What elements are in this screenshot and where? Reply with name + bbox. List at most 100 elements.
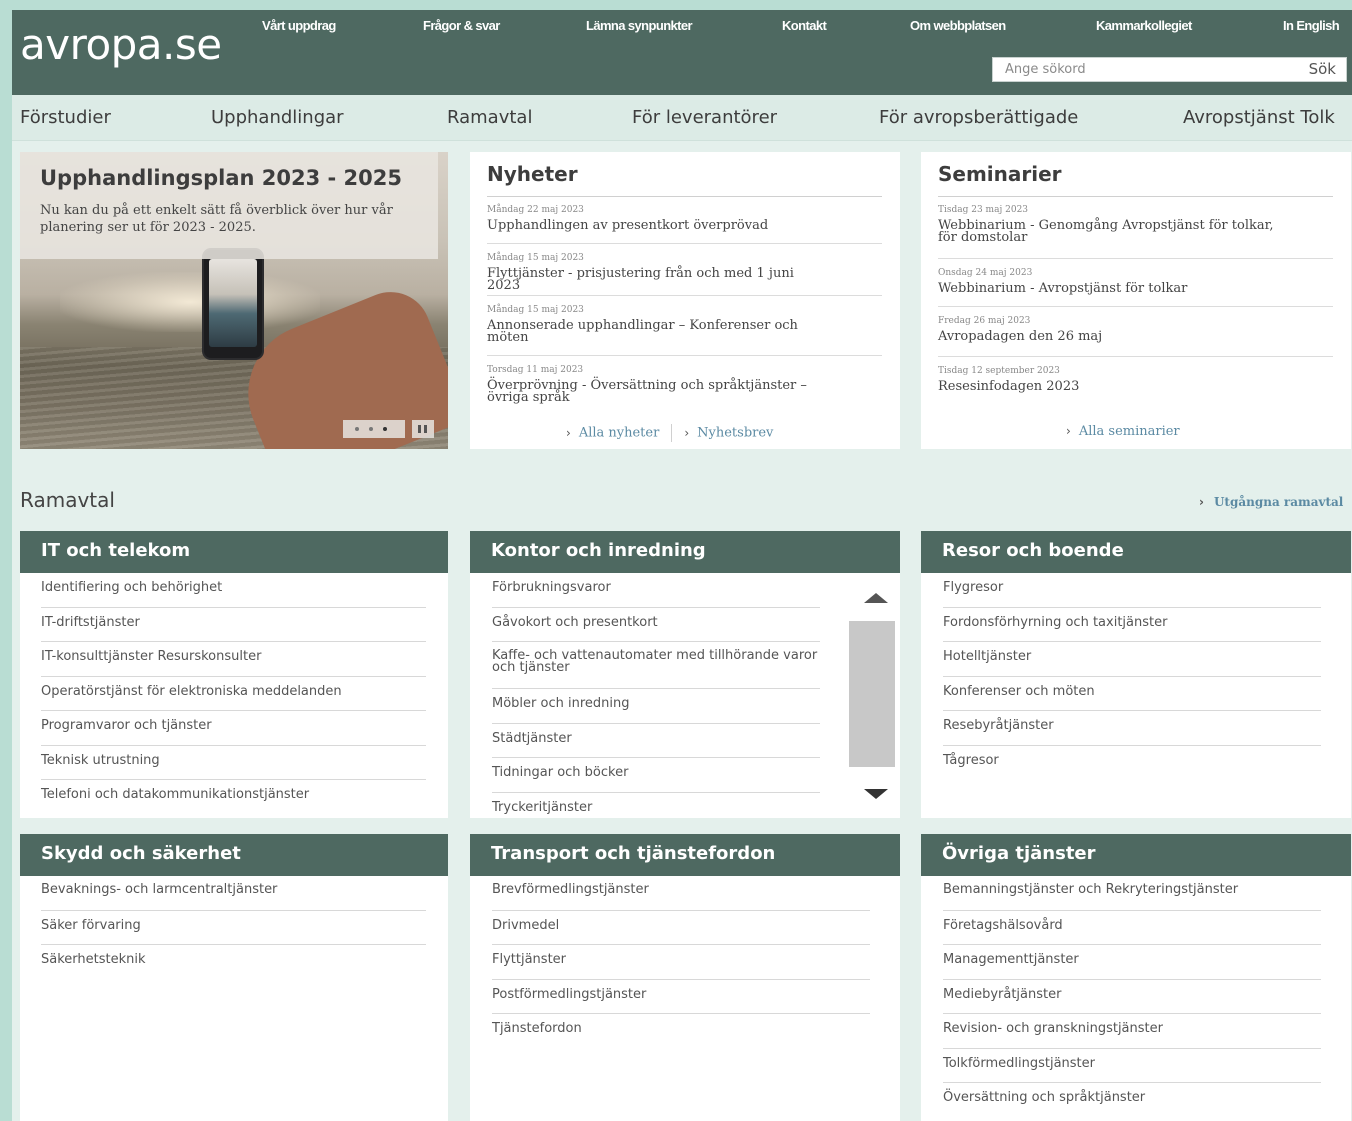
- chevron-right-icon: ›: [684, 425, 690, 440]
- category-list: Bemanningstjänster och Rekryteringstjäns…: [943, 876, 1321, 1118]
- news-links: › Alla nyheter › Nyhetsbrev: [566, 424, 773, 442]
- news-item[interactable]: Måndag 15 maj 2023 Flyttjänster - prisju…: [487, 252, 882, 296]
- list-item[interactable]: Managementtjänster: [943, 945, 1321, 980]
- list-item[interactable]: Städtjänster: [492, 724, 820, 758]
- list-item[interactable]: Säker förvaring: [41, 911, 426, 945]
- pause-icon[interactable]: [412, 420, 434, 438]
- chevron-right-icon: ›: [1199, 495, 1204, 509]
- category-list: Bevaknings- och larmcentraltjänster Säke…: [41, 876, 426, 980]
- util-link-synpunkter[interactable]: Lämna synpunkter: [586, 18, 693, 33]
- category-header[interactable]: IT och telekom: [20, 531, 448, 573]
- category-header[interactable]: Resor och boende: [921, 531, 1351, 573]
- list-item[interactable]: Tjänstefordon: [492, 1014, 870, 1049]
- list-item[interactable]: Postförmedlingstjänster: [492, 980, 870, 1014]
- search-box: Sök: [992, 57, 1347, 82]
- news-item[interactable]: Måndag 22 maj 2023 Upphandlingen av pres…: [487, 204, 882, 244]
- list-item[interactable]: Tolkförmedlingstjänster: [943, 1049, 1321, 1083]
- list-item[interactable]: Tidningar och böcker: [492, 758, 820, 793]
- expired-agreements-link[interactable]: › Utgångna ramavtal: [1199, 495, 1343, 509]
- nav-ramavtal[interactable]: Ramavtal: [447, 107, 532, 128]
- list-item[interactable]: Hotelltjänster: [943, 642, 1321, 677]
- list-item[interactable]: Förbrukningsvaror: [492, 573, 820, 608]
- list-item[interactable]: Programvaror och tjänster: [41, 711, 426, 746]
- ramavtal-heading: Ramavtal: [20, 488, 115, 512]
- main-nav: Förstudier Upphandlingar Ramavtal För le…: [12, 95, 1352, 141]
- all-seminars-link[interactable]: Alla seminarier: [1079, 424, 1180, 439]
- category-list: Identifiering och behörighet IT-driftstj…: [41, 573, 426, 815]
- list-item[interactable]: IT-konsulttjänster Resurskonsulter: [41, 642, 426, 677]
- scroll-thumb[interactable]: [849, 621, 895, 767]
- list-item[interactable]: Bevaknings- och larmcentraltjänster: [41, 876, 426, 911]
- list-item[interactable]: Översättning och språktjänster: [943, 1083, 1321, 1118]
- seminars-title: Seminarier: [938, 162, 1062, 186]
- category-header[interactable]: Övriga tjänster: [921, 834, 1351, 876]
- util-link-english[interactable]: In English: [1283, 18, 1340, 33]
- category-header[interactable]: Kontor och inredning: [470, 531, 900, 573]
- scroll-up-icon[interactable]: [864, 593, 888, 603]
- util-link-om-webbplatsen[interactable]: Om webbplatsen: [910, 18, 1006, 33]
- list-item[interactable]: Flygresor: [943, 573, 1321, 608]
- category-ovriga-tjanster: Övriga tjänster Bemanningstjänster och R…: [921, 834, 1351, 1121]
- category-scrollbar[interactable]: [849, 573, 899, 818]
- list-item[interactable]: Gåvokort och presentkort: [492, 608, 820, 642]
- category-list: Förbrukningsvaror Gåvokort och presentko…: [492, 573, 820, 823]
- category-header[interactable]: Transport och tjänstefordon: [470, 834, 900, 876]
- hero-title[interactable]: Upphandlingsplan 2023 - 2025: [40, 166, 402, 190]
- category-header[interactable]: Skydd och säkerhet: [20, 834, 448, 876]
- hero-text: Nu kan du på ett enkelt sätt få överblic…: [40, 203, 393, 235]
- newsletter-link[interactable]: Nyhetsbrev: [697, 426, 773, 441]
- chevron-right-icon: ›: [1066, 424, 1071, 438]
- list-item[interactable]: Konferenser och möten: [943, 677, 1321, 711]
- seminar-item[interactable]: Fredag 26 maj 2023 Avropadagen den 26 ma…: [938, 315, 1333, 357]
- all-news-link[interactable]: Alla nyheter: [579, 426, 660, 441]
- util-link-kammarkollegiet[interactable]: Kammarkollegiet: [1096, 18, 1192, 33]
- nav-for-leverantorer[interactable]: För leverantörer: [632, 107, 777, 128]
- list-item[interactable]: Telefoni och datakommunikationstjänster: [41, 780, 426, 815]
- page: avropa.se Vårt uppdrag Frågor & svar Läm…: [12, 10, 1352, 1121]
- scroll-down-icon[interactable]: [864, 789, 888, 799]
- list-item[interactable]: Resebyråtjänster: [943, 711, 1321, 746]
- seminar-item[interactable]: Tisdag 12 september 2023 Resesinfodagen …: [938, 365, 1333, 411]
- list-item[interactable]: Identifiering och behörighet: [41, 573, 426, 608]
- nav-upphandlingar[interactable]: Upphandlingar: [211, 107, 344, 128]
- nav-forstudier[interactable]: Förstudier: [20, 107, 111, 128]
- hero-caption: Upphandlingsplan 2023 - 2025 Nu kan du p…: [20, 152, 438, 259]
- news-title: Nyheter: [487, 162, 578, 186]
- list-item[interactable]: Kaffe- och vattenautomater med tillhöran…: [492, 642, 820, 689]
- hero-slideshow[interactable]: Upphandlingsplan 2023 - 2025 Nu kan du p…: [20, 152, 448, 449]
- nav-for-avropsberattigade[interactable]: För avropsberättigade: [879, 107, 1078, 128]
- util-link-kontakt[interactable]: Kontakt: [782, 18, 827, 33]
- nav-avropstjanst-tolk[interactable]: Avropstjänst Tolk: [1183, 107, 1335, 128]
- search-button[interactable]: Sök: [1309, 60, 1336, 78]
- category-list: Brevförmedlingstjänster Drivmedel Flyttj…: [492, 876, 870, 1049]
- list-item[interactable]: Flyttjänster: [492, 945, 870, 980]
- news-item[interactable]: Torsdag 11 maj 2023 Överprövning - Övers…: [487, 364, 882, 416]
- list-item[interactable]: Brevförmedlingstjänster: [492, 876, 870, 911]
- util-link-uppdrag[interactable]: Vårt uppdrag: [262, 18, 336, 33]
- news-box: Nyheter Måndag 22 maj 2023 Upphandlingen…: [470, 152, 900, 449]
- search-input[interactable]: [993, 58, 1293, 81]
- list-item[interactable]: Fordonsförhyrning och taxitjänster: [943, 608, 1321, 642]
- list-item[interactable]: Tryckeritjänster: [492, 793, 820, 823]
- list-item[interactable]: Möbler och inredning: [492, 689, 820, 724]
- list-item[interactable]: Företagshälsovård: [943, 911, 1321, 945]
- list-item[interactable]: Revision- och granskningstjänster: [943, 1014, 1321, 1049]
- list-item[interactable]: Tågresor: [943, 746, 1321, 781]
- list-item[interactable]: Säkerhetsteknik: [41, 945, 426, 980]
- category-resor-boende: Resor och boende Flygresor Fordonsförhyr…: [921, 531, 1351, 818]
- list-item[interactable]: IT-driftstjänster: [41, 608, 426, 642]
- util-link-fragor[interactable]: Frågor & svar: [423, 18, 500, 33]
- news-item[interactable]: Måndag 15 maj 2023 Annonserade upphandli…: [487, 304, 882, 356]
- seminar-item[interactable]: Onsdag 24 maj 2023 Webbinarium - Avropst…: [938, 267, 1333, 307]
- list-item[interactable]: Bemanningstjänster och Rekryteringstjäns…: [943, 876, 1321, 911]
- slide-dots[interactable]: [343, 420, 405, 438]
- seminars-box: Seminarier Tisdag 23 maj 2023 Webbinariu…: [921, 152, 1351, 449]
- seminar-item[interactable]: Tisdag 23 maj 2023 Webbinarium - Genomgå…: [938, 204, 1333, 259]
- category-kontor-inredning: Kontor och inredning Förbrukningsvaror G…: [470, 531, 900, 818]
- site-logo[interactable]: avropa.se: [20, 20, 222, 69]
- list-item[interactable]: Drivmedel: [492, 911, 870, 945]
- list-item[interactable]: Operatörstjänst för elektroniska meddela…: [41, 677, 426, 711]
- site-header: avropa.se Vårt uppdrag Frågor & svar Läm…: [12, 10, 1352, 95]
- list-item[interactable]: Mediebyråtjänster: [943, 980, 1321, 1014]
- list-item[interactable]: Teknisk utrustning: [41, 746, 426, 780]
